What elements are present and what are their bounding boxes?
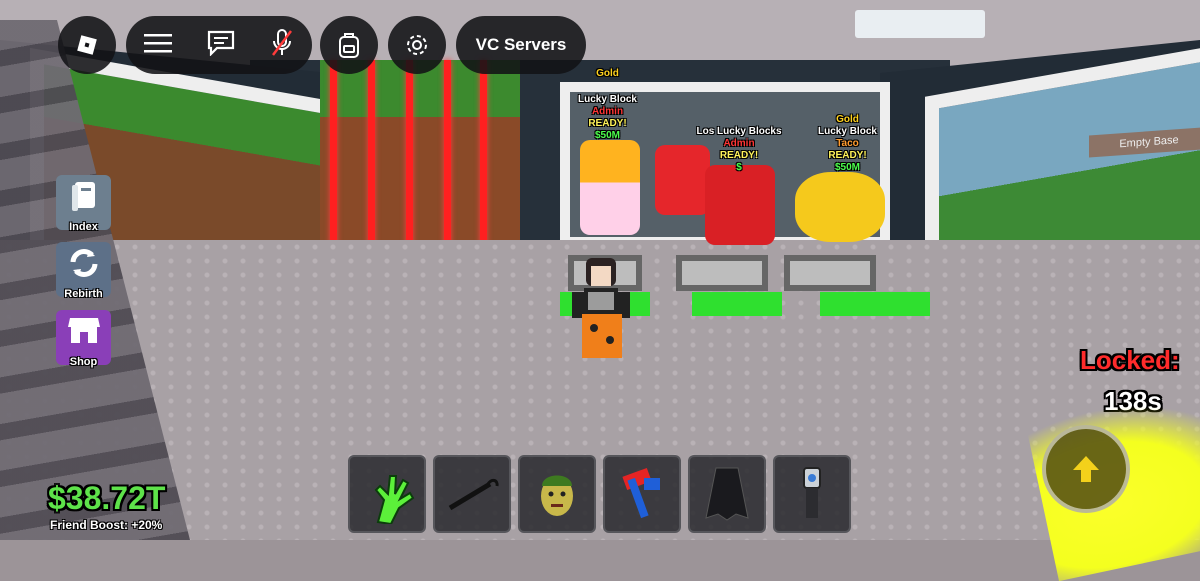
index-button[interactable]: Index bbox=[56, 175, 111, 233]
laser-beam bbox=[368, 60, 375, 245]
dark-cape-icon bbox=[705, 467, 749, 521]
hotbar-slot-3[interactable] bbox=[518, 455, 596, 533]
billboard-status: READY! bbox=[588, 118, 627, 129]
index-label: Index bbox=[69, 221, 98, 233]
taco-lucky-block-brainrot[interactable] bbox=[795, 172, 885, 242]
hamburger-menu-icon[interactable] bbox=[143, 32, 172, 59]
backpack-icon bbox=[339, 33, 359, 58]
jump-button[interactable] bbox=[1042, 425, 1130, 513]
settings-button[interactable] bbox=[388, 16, 446, 74]
shop-button[interactable]: Shop bbox=[56, 310, 111, 368]
empty-base-sign: Empty Base bbox=[1089, 126, 1200, 158]
grapple-hook-icon bbox=[448, 478, 499, 511]
red-blue-hammer-icon bbox=[622, 467, 660, 519]
billboard-lucky-block-admin: Gold Lucky Block Admin READY! $50M bbox=[560, 68, 655, 142]
billboard-status: READY! bbox=[719, 150, 759, 161]
hotbar-slot-2[interactable] bbox=[433, 455, 511, 533]
menu-chat-voice-group bbox=[126, 16, 312, 74]
laser-beam bbox=[444, 60, 451, 245]
roblox-menu-button[interactable] bbox=[58, 16, 116, 74]
laser-beam bbox=[480, 60, 487, 245]
billboard-name: Los Lucky Blocks bbox=[696, 126, 782, 137]
hotbar-slot-4[interactable] bbox=[603, 455, 681, 533]
microphone-muted-icon[interactable] bbox=[270, 28, 294, 63]
collect-pad[interactable] bbox=[692, 292, 782, 316]
billboard-price: $50M bbox=[834, 162, 860, 173]
shop-label: Shop bbox=[69, 356, 98, 368]
green-slap-hand-icon bbox=[374, 475, 415, 524]
hotbar-slot-6[interactable] bbox=[773, 455, 851, 533]
vc-servers-button[interactable]: VC Servers bbox=[456, 16, 586, 74]
billboard-status: READY! bbox=[828, 150, 867, 161]
laser-beam bbox=[406, 60, 413, 245]
flashlight-gadget-icon bbox=[803, 467, 821, 518]
billboard-mutation: Admin bbox=[723, 138, 755, 149]
rebirth-arrows-icon bbox=[70, 249, 97, 277]
hotbar-slot-1[interactable] bbox=[348, 455, 426, 533]
display-pad bbox=[676, 255, 768, 291]
arrow-up-icon bbox=[1073, 456, 1099, 482]
chat-icon[interactable] bbox=[207, 30, 235, 61]
billboard-price: $50M bbox=[594, 130, 620, 141]
ceiling-light bbox=[855, 10, 985, 38]
money-counter: $38.72T bbox=[48, 480, 166, 516]
hotbar bbox=[348, 455, 851, 533]
billboard-los-lucky-blocks: Los Lucky Blocks Admin READY! $ bbox=[684, 126, 794, 174]
lucky-block-brainrot[interactable] bbox=[580, 140, 640, 235]
los-lucky-blocks-brainrot[interactable] bbox=[705, 165, 775, 245]
player-avatar bbox=[566, 258, 636, 360]
billboard-name: Lucky Block bbox=[818, 126, 877, 137]
roblox-logo-icon bbox=[77, 35, 97, 55]
billboard-rarity: Gold bbox=[836, 114, 859, 125]
billboard-mutation: Admin bbox=[591, 106, 624, 117]
billboard-mutation: Taco bbox=[836, 138, 859, 149]
laser-beam bbox=[330, 60, 337, 245]
laser-door bbox=[320, 60, 520, 250]
rebirth-button[interactable]: Rebirth bbox=[56, 242, 111, 300]
rebirth-label: Rebirth bbox=[64, 288, 103, 300]
billboard-name: Lucky Block bbox=[578, 94, 637, 105]
friend-boost-label: Friend Boost: +20% bbox=[50, 518, 163, 532]
medusa-head-icon bbox=[541, 475, 573, 516]
shop-storefront-icon bbox=[67, 318, 100, 343]
billboard-price: $ bbox=[736, 162, 742, 173]
backpack-button[interactable] bbox=[320, 16, 378, 74]
display-pad bbox=[784, 255, 876, 291]
billboard-rarity: Gold bbox=[596, 68, 619, 79]
gear-icon bbox=[407, 35, 427, 55]
collect-pad[interactable] bbox=[820, 292, 930, 316]
hotbar-slot-5[interactable] bbox=[688, 455, 766, 533]
locked-label: Locked: bbox=[1080, 345, 1180, 375]
book-icon bbox=[71, 182, 95, 211]
billboard-taco-lucky-block: Gold Lucky Block Taco READY! $50M bbox=[810, 114, 885, 174]
